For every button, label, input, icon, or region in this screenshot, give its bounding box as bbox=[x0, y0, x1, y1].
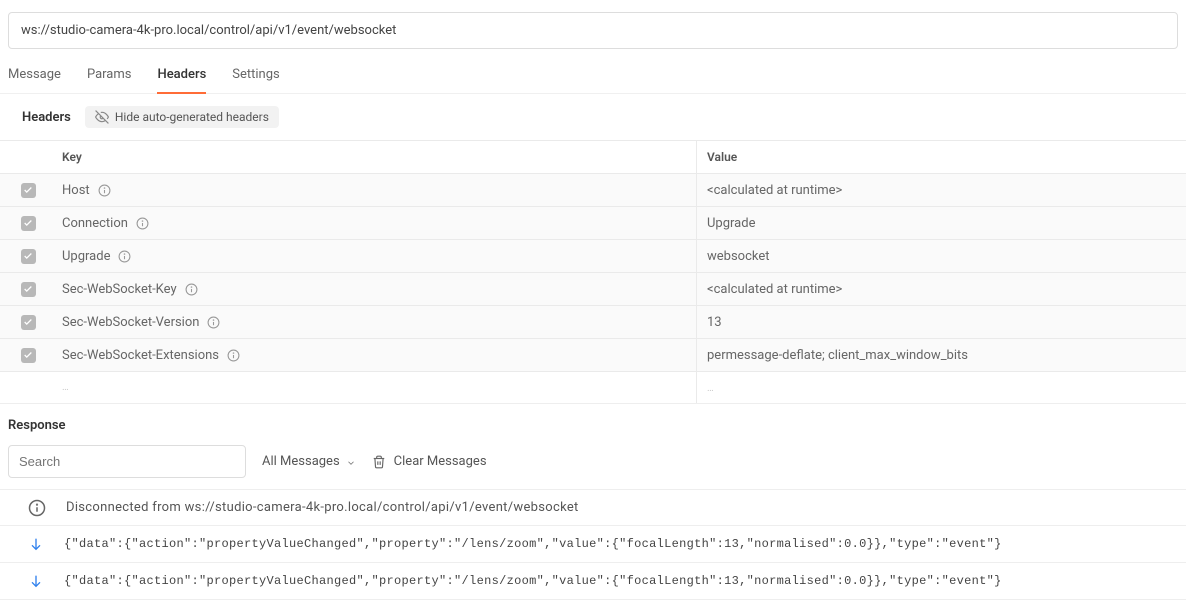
arrow-down-icon bbox=[28, 536, 44, 552]
row-checkbox[interactable] bbox=[21, 348, 36, 363]
response-title: Response bbox=[0, 403, 1186, 445]
header-value: 13 bbox=[697, 307, 1186, 338]
header-key: Connection bbox=[62, 216, 128, 231]
header-key: Host bbox=[62, 183, 90, 198]
tab-bar: Message Params Headers Settings bbox=[0, 49, 1186, 94]
header-key: Sec-WebSocket-Extensions bbox=[62, 348, 219, 363]
chevron-down-icon bbox=[346, 457, 356, 467]
info-icon[interactable] bbox=[185, 283, 198, 296]
headers-title: Headers bbox=[22, 110, 71, 125]
hide-auto-headers-button[interactable]: Hide auto-generated headers bbox=[85, 106, 279, 128]
message-filter-select[interactable]: All Messages bbox=[262, 454, 356, 469]
clear-messages-button[interactable]: Clear Messages bbox=[372, 454, 487, 469]
search-input[interactable] bbox=[8, 445, 246, 478]
tab-settings[interactable]: Settings bbox=[232, 67, 279, 93]
table-header-row: Key Value bbox=[0, 141, 1186, 174]
table-row[interactable]: Sec-WebSocket-Key <calculated at runtime… bbox=[0, 273, 1186, 306]
headers-table: Key Value Host <calculated at runtime> C… bbox=[0, 140, 1186, 403]
clear-label: Clear Messages bbox=[394, 454, 487, 469]
header-value: permessage-deflate; client_max_window_bi… bbox=[697, 340, 1186, 371]
arrow-down-icon bbox=[28, 573, 44, 589]
headers-section-header: Headers Hide auto-generated headers bbox=[0, 94, 1186, 140]
header-value: <calculated at runtime> bbox=[697, 175, 1186, 206]
tab-message[interactable]: Message bbox=[8, 67, 61, 93]
header-value: <calculated at runtime> bbox=[697, 274, 1186, 305]
message-text: {"data":{"action":"propertyValueChanged"… bbox=[64, 537, 1002, 551]
message-text: Disconnected from ws://studio-camera-4k-… bbox=[66, 500, 579, 515]
row-checkbox[interactable] bbox=[21, 282, 36, 297]
table-row[interactable]: Sec-WebSocket-Extensions permessage-defl… bbox=[0, 339, 1186, 372]
info-icon[interactable] bbox=[118, 250, 131, 263]
table-row[interactable]: Host <calculated at runtime> bbox=[0, 174, 1186, 207]
table-row[interactable]: Sec-WebSocket-Version 13 bbox=[0, 306, 1186, 339]
table-row[interactable]: Upgrade websocket bbox=[0, 240, 1186, 273]
column-header-key: Key bbox=[56, 142, 696, 172]
message-row-incoming[interactable]: {"data":{"action":"propertyValueChanged"… bbox=[0, 525, 1186, 563]
eye-off-icon bbox=[95, 110, 109, 124]
info-icon[interactable] bbox=[98, 184, 111, 197]
header-value: websocket bbox=[697, 241, 1186, 272]
row-checkbox[interactable] bbox=[21, 183, 36, 198]
row-checkbox[interactable] bbox=[21, 249, 36, 264]
tab-headers[interactable]: Headers bbox=[157, 67, 206, 94]
hide-auto-label: Hide auto-generated headers bbox=[115, 110, 269, 124]
header-key: Sec-WebSocket-Key bbox=[62, 282, 177, 297]
trash-icon bbox=[372, 455, 386, 469]
response-toolbar: All Messages Clear Messages bbox=[0, 445, 1186, 490]
message-row-info[interactable]: Disconnected from ws://studio-camera-4k-… bbox=[0, 489, 1186, 526]
column-header-value: Value bbox=[697, 142, 1186, 172]
header-value: Upgrade bbox=[697, 208, 1186, 239]
filter-label: All Messages bbox=[262, 454, 340, 469]
row-checkbox[interactable] bbox=[21, 216, 36, 231]
url-input[interactable]: ws://studio-camera-4k-pro.local/control/… bbox=[8, 12, 1178, 49]
message-row-incoming[interactable]: {"data":{"action":"propertyValueChanged"… bbox=[0, 562, 1186, 600]
info-icon[interactable] bbox=[136, 217, 149, 230]
table-row-empty: … … bbox=[0, 372, 1186, 403]
tab-params[interactable]: Params bbox=[87, 67, 132, 93]
header-key: Upgrade bbox=[62, 249, 110, 264]
info-icon[interactable] bbox=[207, 316, 220, 329]
info-icon bbox=[28, 501, 46, 514]
info-icon[interactable] bbox=[227, 349, 240, 362]
message-text: {"data":{"action":"propertyValueChanged"… bbox=[64, 574, 1002, 588]
table-row[interactable]: Connection Upgrade bbox=[0, 207, 1186, 240]
row-checkbox[interactable] bbox=[21, 315, 36, 330]
header-key: Sec-WebSocket-Version bbox=[62, 315, 199, 330]
